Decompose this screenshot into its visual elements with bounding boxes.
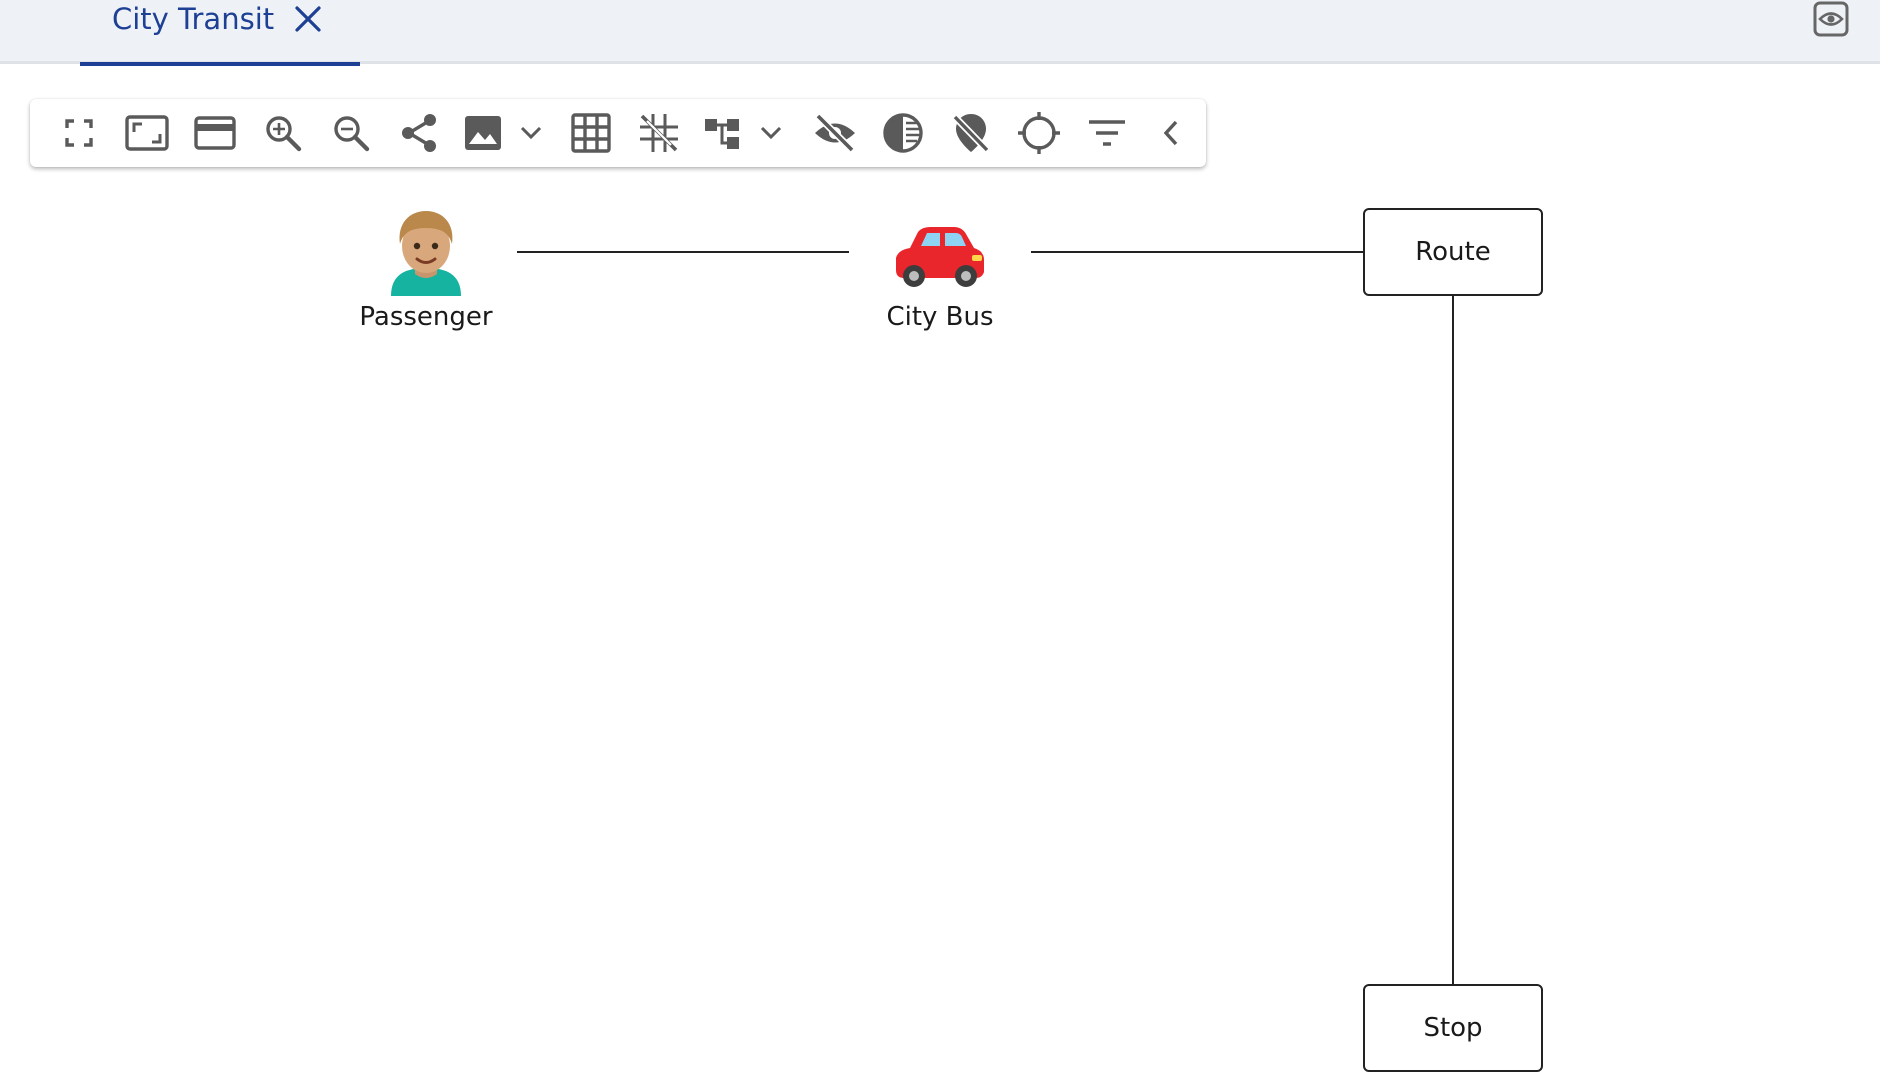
node-route[interactable]: Route	[1363, 208, 1543, 296]
node-label-route: Route	[1415, 237, 1491, 267]
tab-city-transit[interactable]: City Transit	[80, 0, 360, 66]
collapse-chevron-icon[interactable]	[1141, 99, 1201, 167]
grid-icon[interactable]	[557, 99, 625, 167]
zoom-in-icon[interactable]	[249, 99, 317, 167]
crosshair-icon[interactable]	[1005, 99, 1073, 167]
filter-icon[interactable]	[1073, 99, 1141, 167]
graph-canvas[interactable]: Passenger City Bus Route Stop	[0, 180, 1880, 1074]
edge-route-stop[interactable]	[1452, 296, 1454, 984]
hierarchy-layout-icon[interactable]	[693, 99, 753, 167]
close-icon[interactable]	[293, 4, 323, 34]
tab-title: City Transit	[112, 2, 275, 36]
edge-passenger-citybus[interactable]	[517, 251, 849, 253]
edge-citybus-route[interactable]	[1031, 251, 1363, 253]
car-emoji-icon	[896, 227, 984, 287]
node-stop[interactable]: Stop	[1363, 984, 1543, 1072]
snap-off-icon[interactable]	[625, 99, 693, 167]
contrast-icon[interactable]	[869, 99, 937, 167]
node-label-city-bus: City Bus	[886, 302, 994, 332]
node-label-passenger: Passenger	[359, 302, 493, 332]
share-icon[interactable]	[385, 99, 453, 167]
node-passenger[interactable]	[374, 206, 478, 306]
node-label-stop: Stop	[1423, 1013, 1483, 1043]
image-export-icon[interactable]	[453, 99, 513, 167]
image-dropdown-chevron-icon[interactable]	[513, 99, 549, 167]
zoom-out-icon[interactable]	[317, 99, 385, 167]
person-emoji-icon	[391, 211, 461, 296]
fullscreen-icon[interactable]	[45, 99, 113, 167]
graph-toolbar	[30, 99, 1206, 167]
layout-dropdown-chevron-icon[interactable]	[753, 99, 789, 167]
fit-to-screen-icon[interactable]	[113, 99, 181, 167]
hide-icon[interactable]	[801, 99, 869, 167]
tab-bar: City Transit	[0, 0, 1880, 66]
preview-eye-icon[interactable]	[1812, 0, 1850, 38]
location-off-icon[interactable]	[937, 99, 1005, 167]
card-view-icon[interactable]	[181, 99, 249, 167]
node-city-bus[interactable]	[889, 224, 991, 294]
